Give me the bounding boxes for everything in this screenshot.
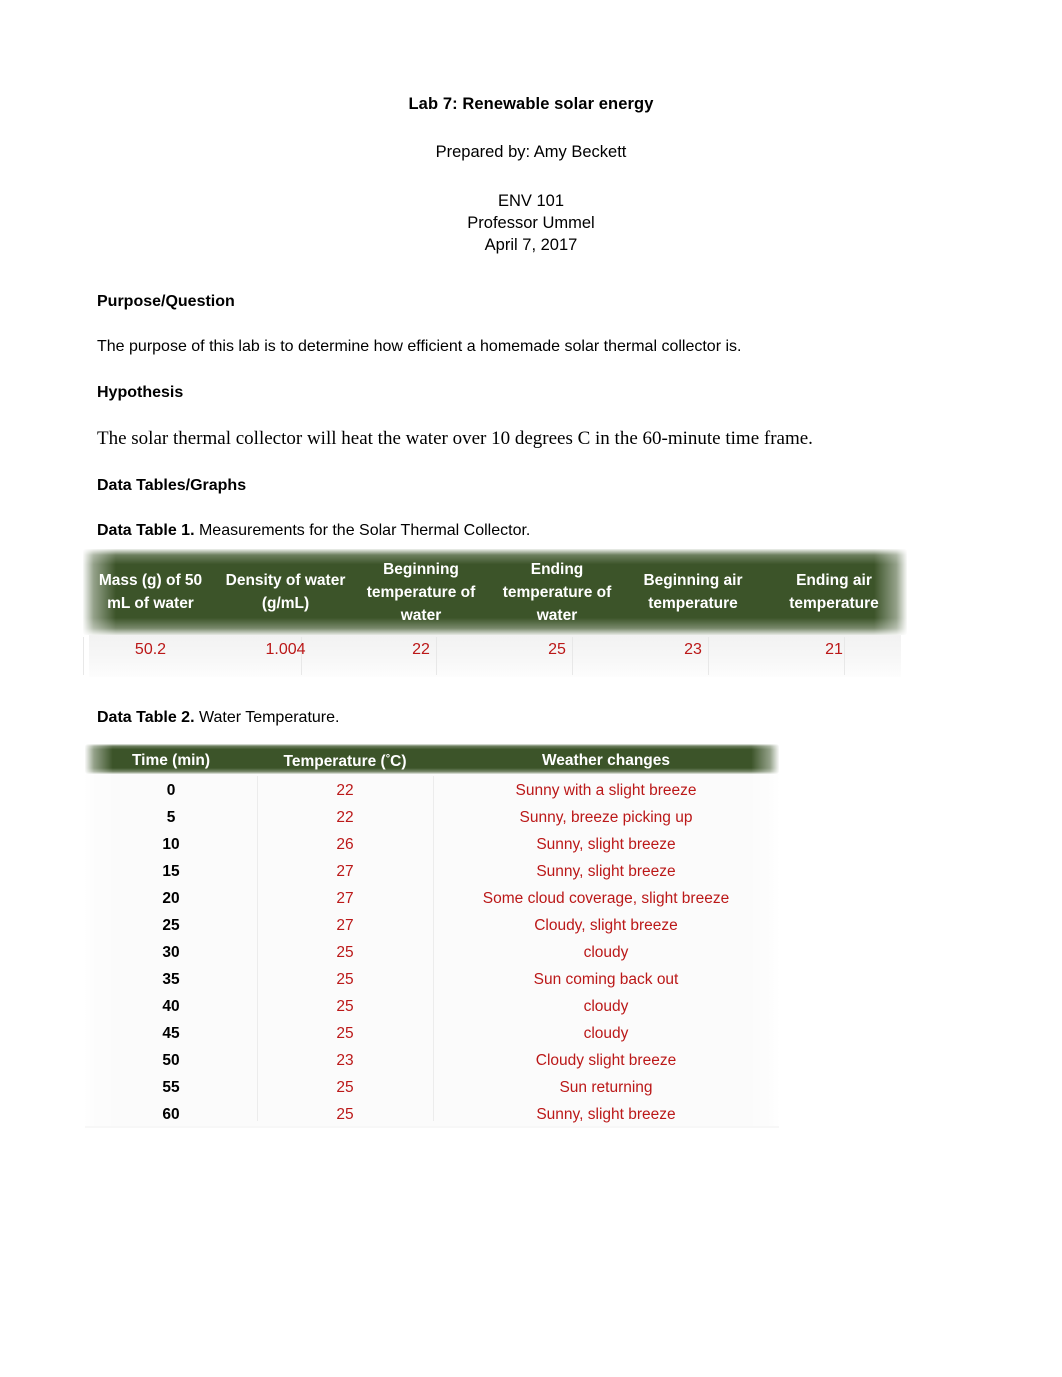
table2-header-time: Time (min) <box>131 751 211 769</box>
page-title: Lab 7: Renewable solar energy <box>408 95 654 113</box>
table2-cell-temperature: 26 <box>336 835 354 853</box>
course-code: ENV 101 <box>497 192 565 210</box>
table2-cell-time: 45 <box>162 1024 180 1042</box>
table-row: 0 22 Sunny with a slight breeze <box>85 777 779 805</box>
table2-cell-time: 30 <box>162 943 180 961</box>
table2-cell-time: 0 <box>166 781 176 799</box>
table-row: 30 25 cloudy <box>85 939 779 967</box>
table1-value-begin-air: 23 <box>684 641 702 658</box>
table2-body: 0 22 Sunny with a slight breeze 5 22 Sunny, b… <box>85 777 779 1129</box>
table2-cell-weather: Sunny, slight breeze <box>536 862 676 880</box>
table2-cell-temperature: 25 <box>336 1078 354 1096</box>
table-row: 25 27 Cloudy, slight breeze <box>85 912 779 940</box>
table1-value-begin-temp: 22 <box>412 641 430 658</box>
table2-cell-temperature: 25 <box>336 970 354 988</box>
hypothesis-paragraph: The solar thermal collector will heat th… <box>97 428 813 450</box>
table-row: 40 25 cloudy <box>85 993 779 1021</box>
table-row: 5 22 Sunny, breeze picking up <box>85 804 779 832</box>
table2-caption-text: Water Temperature. <box>198 709 340 726</box>
table2-cell-temperature: 22 <box>336 781 354 799</box>
data-tables-heading: Data Tables/Graphs <box>97 477 247 495</box>
table2-cell-weather: Cloudy, slight breeze <box>534 916 678 934</box>
document-page: Lab 7: Renewable solar energy Prepared b… <box>0 0 1062 1377</box>
table2-header-weather: Weather changes <box>541 751 671 769</box>
purpose-paragraph: The purpose of this lab is to determine … <box>97 337 742 355</box>
table2-cell-time: 15 <box>162 862 180 880</box>
table2-cell-weather: Sunny, slight breeze <box>536 1105 676 1123</box>
table1-value-mass: 50.2 <box>134 641 167 658</box>
data-table-1: Mass (g) of 50 mL of water Density of wa… <box>83 549 907 679</box>
table2-cell-time: 10 <box>162 835 180 853</box>
table1-header-end-air: Ending air temperature <box>789 572 879 612</box>
table2-cell-temperature: 25 <box>336 1105 354 1123</box>
table2-cell-weather: cloudy <box>583 997 629 1015</box>
table2-cell-time: 5 <box>166 808 176 826</box>
table1-header-begin-air: Beginning air temperature <box>643 572 743 612</box>
table2-cell-time: 25 <box>162 916 180 934</box>
table-row: 20 27 Some cloud coverage, slight breeze <box>85 885 779 913</box>
professor-name: Professor Ummel <box>467 214 595 232</box>
table2-cell-temperature: 27 <box>336 862 354 880</box>
table1-caption: Data Table 1. Measurements for the Solar… <box>97 522 909 540</box>
table2-cell-weather: Some cloud coverage, slight breeze <box>482 889 730 907</box>
table2-cell-weather: Sun coming back out <box>533 970 679 988</box>
table-row: 15 27 Sunny, slight breeze <box>85 858 779 886</box>
table2-cell-weather: Sun returning <box>559 1078 653 1096</box>
table1-caption-text: Measurements for the Solar Thermal Colle… <box>198 522 531 540</box>
table1-value-density: 1.004 <box>265 641 306 658</box>
table2-cell-temperature: 25 <box>336 943 354 961</box>
table-row: 50 23 Cloudy slight breeze <box>85 1047 779 1075</box>
table1-grid: Mass (g) of 50 mL of water Density of wa… <box>83 549 907 665</box>
table-row: 60 25 Sunny, slight breeze <box>85 1101 779 1129</box>
table2-cell-time: 60 <box>162 1105 180 1123</box>
table2-cell-time: 35 <box>162 970 180 988</box>
prepared-by-line: Prepared by: Amy Beckett <box>435 142 627 161</box>
table1-header-row: Mass (g) of 50 mL of water Density of wa… <box>83 549 907 635</box>
table1-header-density: Density of water (g/mL) <box>225 572 346 612</box>
table1-header-begin-temp: Beginning temperature of water <box>366 560 476 624</box>
table2-cell-weather: Sunny with a slight breeze <box>515 781 697 799</box>
purpose-heading: Purpose/Question <box>97 293 235 310</box>
table2-cell-weather: cloudy <box>583 1024 629 1042</box>
table1-value-end-temp: 25 <box>548 641 566 658</box>
table2-grid: Time (min) Temperature (°C) Weather chan… <box>85 744 779 1129</box>
document-body: Purpose/Question The purpose of this lab… <box>97 293 909 540</box>
table2-cell-temperature: 25 <box>336 997 354 1015</box>
hypothesis-heading: Hypothesis <box>97 383 184 401</box>
table2-cell-time: 50 <box>162 1051 180 1069</box>
table1-value-end-air: 21 <box>825 641 843 658</box>
table2-cell-temperature: 25 <box>336 1024 354 1042</box>
table2-cell-temperature: 27 <box>336 916 354 934</box>
table-row: 10 26 Sunny, slight breeze <box>85 831 779 859</box>
table1-header-mass: Mass (g) of 50 mL of water <box>98 572 203 612</box>
table2-cell-weather: Sunny, slight breeze <box>536 835 676 853</box>
table-row: 45 25 cloudy <box>85 1020 779 1048</box>
course-info-block: ENV 101 Professor Ummel April 7, 2017 <box>0 190 1062 256</box>
data-table-2: Time (min) Temperature (°C) Weather chan… <box>85 744 779 1129</box>
table2-cell-weather: Cloudy slight breeze <box>535 1051 677 1069</box>
table2-cell-weather: cloudy <box>583 943 629 961</box>
table2-cell-temperature: 22 <box>336 808 354 826</box>
title-block: Lab 7: Renewable solar energy Prepared b… <box>0 96 1062 256</box>
table1-header-end-temp: Ending temperature of water <box>502 560 612 624</box>
document-date: April 7, 2017 <box>484 236 578 254</box>
table-row: 50.2 1.004 22 25 23 21 <box>83 635 907 665</box>
table2-caption-label: Data Table 2. <box>97 709 195 726</box>
table2-caption-wrap: Data Table 2. Water Temperature. <box>97 709 909 727</box>
table2-caption: Data Table 2. Water Temperature. <box>97 709 909 727</box>
table2-header-temperature-prefix: Temperature ( <box>283 753 386 771</box>
table2-header-temperature-suffix: C) <box>390 753 407 771</box>
table2-header-temperature: Temperature (°C) <box>257 744 433 777</box>
table2-cell-temperature: 23 <box>336 1051 354 1069</box>
table2-cell-time: 40 <box>162 997 180 1015</box>
table2-cell-time: 55 <box>162 1078 180 1096</box>
table2-cell-temperature: 27 <box>336 889 354 907</box>
table2-header-row: Time (min) Temperature (°C) Weather chan… <box>85 744 779 777</box>
table2-cell-weather: Sunny, breeze picking up <box>519 808 693 826</box>
table-row: 35 25 Sun coming back out <box>85 966 779 994</box>
table2-cell-time: 20 <box>162 889 180 907</box>
table1-caption-label: Data Table 1. <box>97 522 195 540</box>
table-row: 55 25 Sun returning <box>85 1074 779 1102</box>
